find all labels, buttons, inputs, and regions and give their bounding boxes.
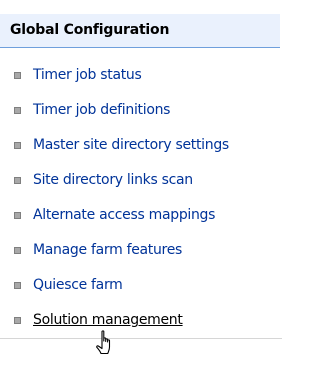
section-header: Global Configuration bbox=[0, 14, 280, 48]
link-label[interactable]: Quiesce farm bbox=[33, 277, 123, 293]
divider bbox=[0, 338, 282, 339]
square-bullet-icon bbox=[14, 211, 21, 219]
link-label[interactable]: Site directory links scan bbox=[33, 172, 193, 188]
link-label[interactable]: Alternate access mappings bbox=[33, 207, 215, 223]
square-bullet-icon bbox=[14, 316, 21, 324]
link-manage-farm-features[interactable]: Manage farm features bbox=[14, 240, 182, 260]
square-bullet-icon bbox=[14, 71, 21, 79]
link-alternate-access-mappings[interactable]: Alternate access mappings bbox=[14, 205, 215, 225]
link-site-directory-links-scan[interactable]: Site directory links scan bbox=[14, 170, 193, 190]
square-bullet-icon bbox=[14, 281, 21, 289]
link-solution-management[interactable]: Solution management bbox=[14, 310, 183, 330]
link-quiesce-farm[interactable]: Quiesce farm bbox=[14, 275, 123, 295]
section-title: Global Configuration bbox=[10, 22, 170, 38]
square-bullet-icon bbox=[14, 106, 21, 114]
global-configuration-panel: Global Configuration Timer job status Ti… bbox=[0, 0, 282, 365]
link-label[interactable]: Solution management bbox=[33, 312, 183, 328]
hand-pointer-icon bbox=[96, 330, 111, 355]
link-label[interactable]: Timer job definitions bbox=[33, 102, 170, 118]
link-label[interactable]: Manage farm features bbox=[33, 242, 182, 258]
square-bullet-icon bbox=[14, 141, 21, 149]
link-label[interactable]: Master site directory settings bbox=[33, 137, 229, 153]
square-bullet-icon bbox=[14, 176, 21, 184]
link-label[interactable]: Timer job status bbox=[33, 67, 142, 83]
link-timer-job-status[interactable]: Timer job status bbox=[14, 65, 142, 85]
link-master-site-directory-settings[interactable]: Master site directory settings bbox=[14, 135, 229, 155]
link-timer-job-definitions[interactable]: Timer job definitions bbox=[14, 100, 170, 120]
square-bullet-icon bbox=[14, 246, 21, 254]
